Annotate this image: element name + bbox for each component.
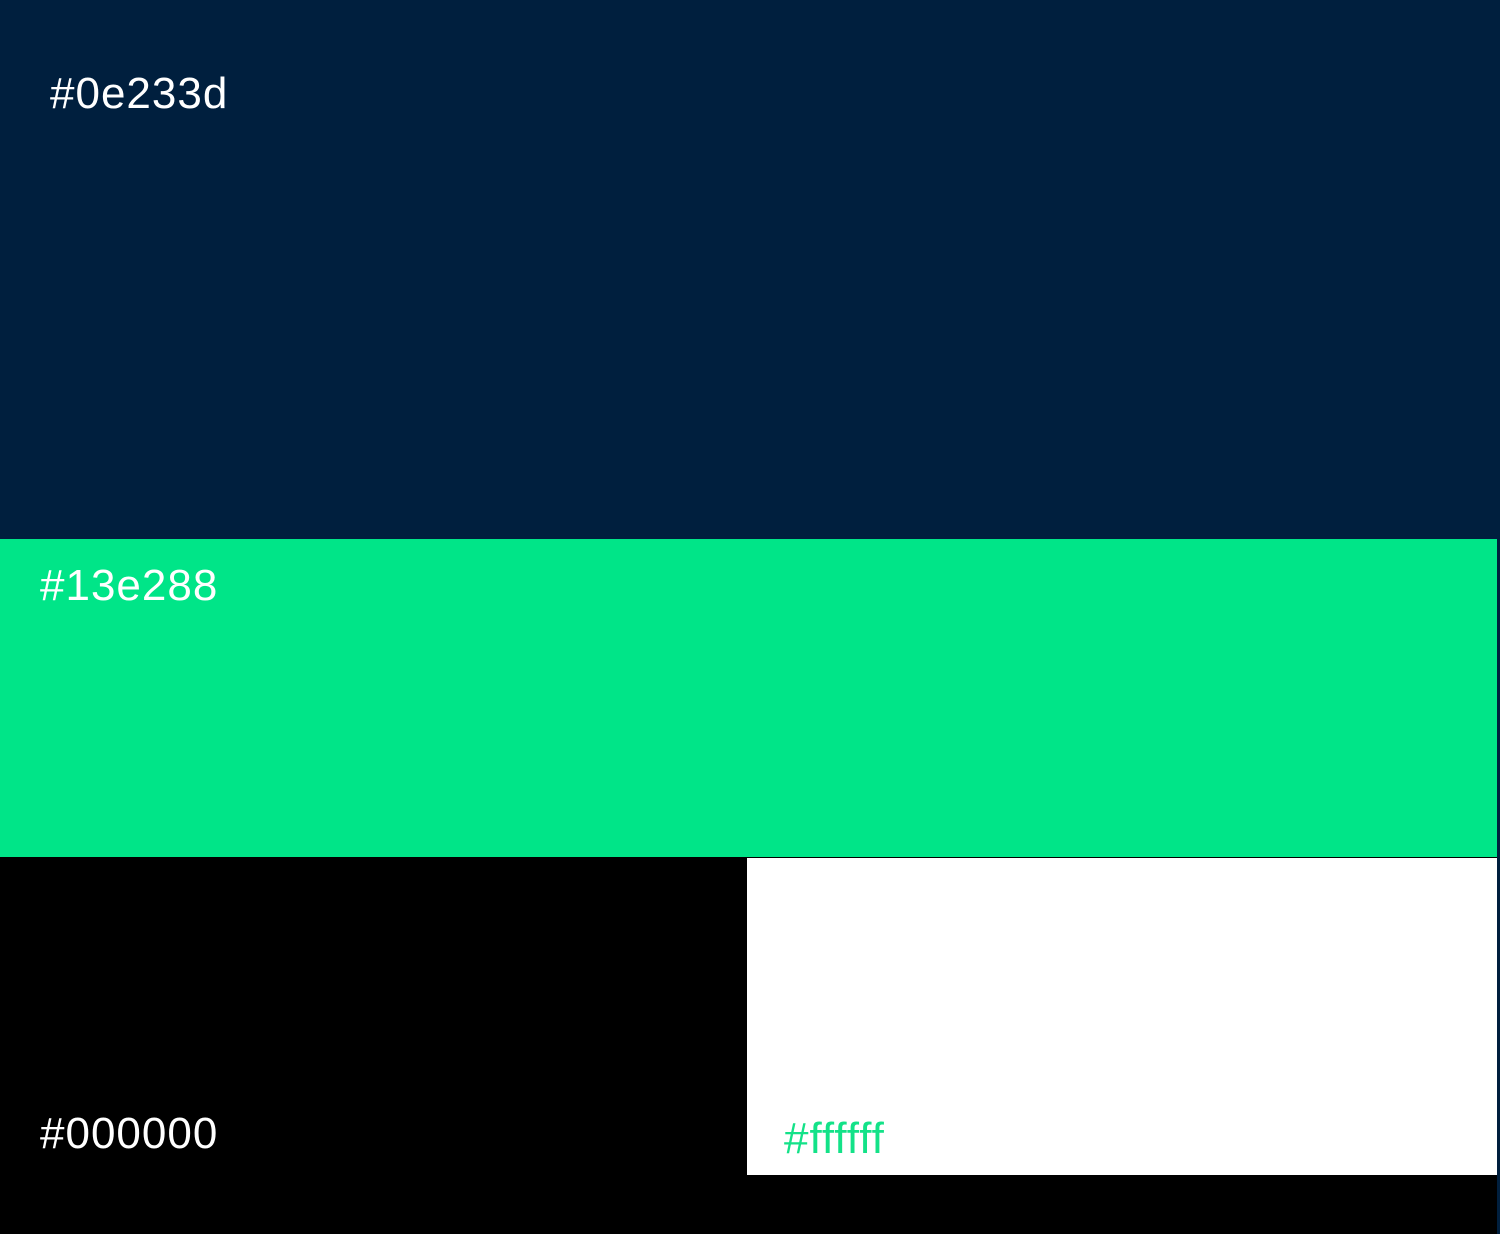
swatch-black-label: #000000 <box>40 1109 219 1158</box>
swatch-green <box>0 539 1497 857</box>
color-palette: #0e233d #13e288 #000000 #ffffff <box>0 0 1500 1234</box>
swatch-green-label: #13e288 <box>40 561 219 610</box>
swatch-navy-label: #0e233d <box>50 69 229 118</box>
swatch-white-label: #ffffff <box>784 1114 885 1163</box>
